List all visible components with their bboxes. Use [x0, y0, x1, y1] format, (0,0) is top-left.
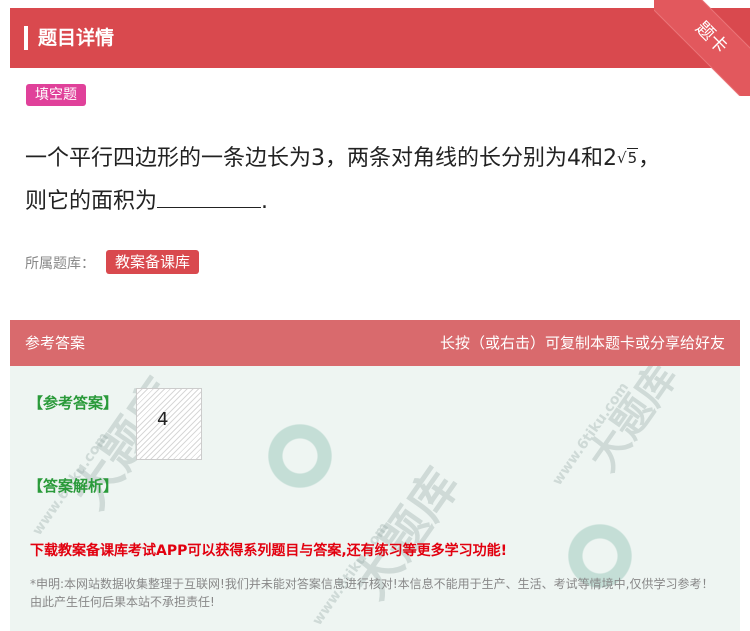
sqrt-symbol: √ — [617, 149, 627, 167]
question-text-part2: ， — [638, 146, 661, 171]
question-bank-button[interactable]: 教案备课库 — [106, 250, 200, 274]
disclaimer-text: *申明:本网站数据收集整理于互联网!我们并未能对答案信息进行核对!本信息不能用于… — [30, 577, 714, 609]
watermark-logo-circle — [260, 416, 340, 496]
header-accent-bar — [24, 26, 28, 50]
question-text-part1: 一个平行四边形的一条边长为3，两条对角线的长分别为4和2 — [25, 146, 617, 171]
sqrt-radicand: 5 — [626, 148, 639, 167]
answer-analysis-title: 【答案解析】 — [28, 477, 119, 495]
app-download-promo[interactable]: 下载教案备课库考试APP可以获得系列题目与答案,还有练习等更多学习功能! — [30, 540, 507, 560]
corner-ribbon-label: 题卡 — [654, 0, 750, 96]
question-text-line2-suffix: . — [261, 189, 269, 214]
copy-share-hint[interactable]: 长按（或右击）可复制本题卡或分享给好友 — [440, 332, 725, 353]
card-corner-badge: 题卡 — [654, 0, 750, 96]
question-bank-label: 所属题库： — [25, 256, 95, 272]
question-text-line2-prefix: 则它的面积为 — [25, 189, 158, 214]
answer-image: 4 — [136, 388, 202, 460]
question-text: 一个平行四边形的一条边长为3，两条对角线的长分别为4和2√5， 则它的面积为. — [25, 138, 730, 223]
answer-header: 参考答案 长按（或右击）可复制本题卡或分享给好友 — [10, 320, 740, 366]
answer-image-value: 4 — [157, 409, 169, 430]
question-type-tag: 填空题 — [26, 84, 86, 106]
reference-answer-title: 【参考答案】 — [28, 394, 119, 412]
sqrt-expression: √5 — [617, 148, 639, 167]
detail-header: 题目详情 — [10, 8, 750, 68]
answer-header-title: 参考答案 — [25, 334, 86, 352]
answer-blank — [157, 187, 262, 208]
page-title: 题目详情 — [38, 27, 115, 49]
